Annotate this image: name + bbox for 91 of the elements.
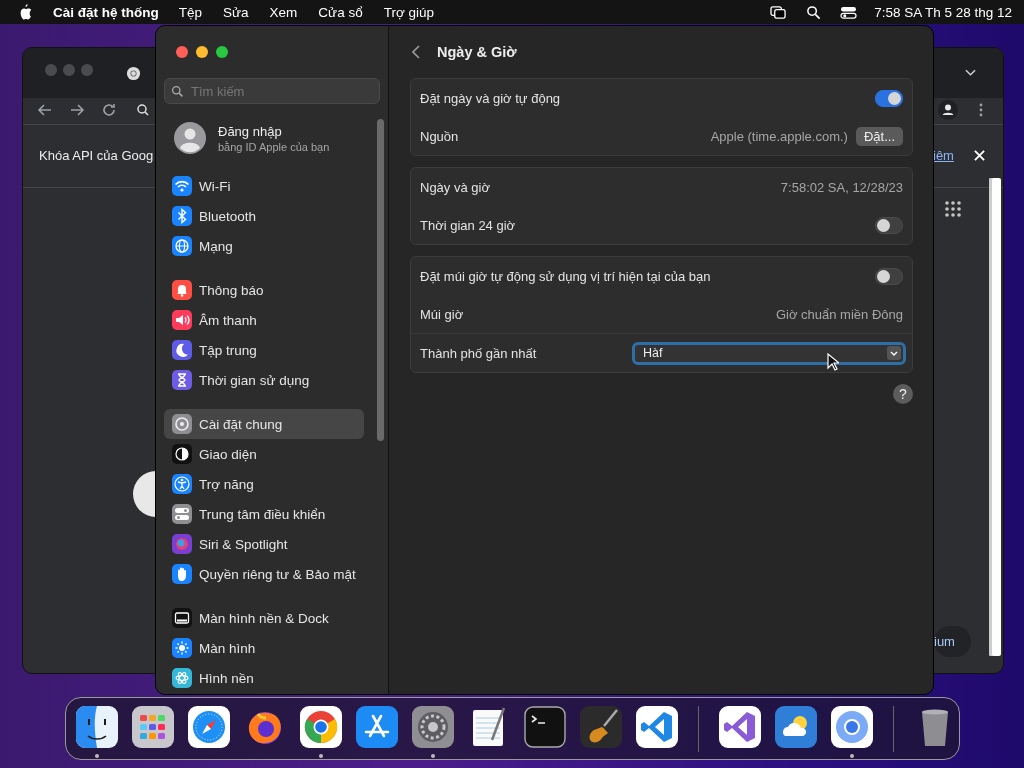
sidebar-item[interactable]: Mạng [164, 231, 364, 261]
row-label: Thời gian 24 giờ [420, 217, 516, 233]
gear-icon [172, 414, 192, 434]
info-text: Khóa API của Goog [39, 148, 154, 163]
forward-arrow-icon[interactable] [69, 102, 85, 118]
profile-icon[interactable] [938, 100, 958, 120]
compass-icon[interactable] [188, 706, 230, 748]
toggle-switch[interactable] [875, 89, 903, 107]
sidebar-item[interactable]: Màn hình nền & Dock [164, 603, 364, 633]
weather-icon[interactable] [775, 706, 817, 748]
search-icon[interactable] [135, 102, 151, 118]
row-value: Giờ chuẩn miền Đông [775, 306, 903, 322]
sidebar-item[interactable]: Bluetooth [164, 201, 364, 231]
row-label: Đặt ngày và giờ tự động [420, 90, 561, 106]
apple-logo-icon[interactable] [18, 4, 32, 20]
reload-icon[interactable] [101, 102, 117, 118]
sidebar-item[interactable]: Wi-Fi [164, 171, 364, 201]
sun-icon [172, 638, 192, 658]
orb-icon [172, 534, 192, 554]
bluetooth-icon [172, 206, 192, 226]
appearance-icon [172, 444, 192, 464]
row-label: Nguồn [420, 128, 459, 144]
menu-item[interactable]: Sửa [223, 4, 249, 20]
row-label: Múi giờ [420, 306, 464, 322]
menu-item[interactable]: Tệp [178, 4, 202, 20]
chevron-down-icon [887, 346, 901, 360]
more-menu-icon[interactable] [979, 103, 983, 117]
speaker-icon [172, 310, 192, 330]
screen-mirroring-icon[interactable] [770, 4, 788, 20]
browser-icon[interactable] [300, 706, 342, 748]
window-controls-icon[interactable] [176, 46, 228, 58]
city-dropdown[interactable]: Hàf [632, 341, 906, 365]
hourglass-icon [172, 370, 192, 390]
control-center-icon[interactable] [840, 4, 858, 20]
row-label: Ngày và giờ [420, 179, 490, 195]
search-field[interactable]: Tìm kiếm [164, 78, 380, 104]
help-button[interactable]: ? [893, 384, 913, 404]
browser-icon[interactable] [831, 706, 873, 748]
flower-icon [172, 668, 192, 688]
wifi-icon [172, 176, 192, 196]
sidebar-item[interactable]: Cài đặt chung [164, 409, 364, 439]
upgrade-button[interactable]: ium [934, 626, 971, 657]
sidebar-item[interactable]: Quyền riêng tư & Bảo mật [164, 559, 364, 589]
page-title: Ngày & Giờ [437, 44, 517, 60]
row-value: 7:58:02 SA, 12/28/23 [780, 179, 903, 195]
menu-item[interactable]: Cửa sổ [318, 4, 363, 20]
toggle-switch[interactable] [875, 267, 903, 285]
menu-item[interactable]: Xem [269, 4, 298, 20]
launchpad-icon[interactable] [132, 706, 174, 748]
back-chevron-icon[interactable] [412, 45, 420, 59]
avatar-icon[interactable] [174, 122, 206, 154]
search-icon[interactable] [805, 4, 823, 20]
account-subtitle: bằng ID Apple của bạn [218, 140, 330, 153]
scrollbar[interactable] [989, 178, 1001, 656]
app-menu[interactable]: Cài đặt hệ thống [53, 4, 159, 20]
account-name[interactable]: Đăng nhập [218, 123, 330, 139]
moon-icon [172, 340, 192, 360]
sidebar-item[interactable]: Giao diện [164, 439, 364, 469]
browser-tab-icon[interactable] [126, 66, 141, 81]
sidebar-item[interactable]: Thông báo [164, 275, 364, 305]
sidebar-item[interactable]: Trợ năng [164, 469, 364, 499]
mouse-pointer-icon [827, 353, 839, 371]
search-icon [171, 85, 184, 98]
sidebar-item[interactable]: Siri & Spotlight [164, 529, 364, 559]
scrollbar[interactable] [377, 119, 384, 441]
terminal-icon[interactable] [524, 706, 566, 748]
clock-text[interactable]: 7:58 SA Th 5 28 thg 12 [874, 4, 1012, 20]
accessibility-icon [172, 474, 192, 494]
switches-icon [172, 504, 192, 524]
chevron-down-icon[interactable] [965, 69, 976, 77]
dock-icon [172, 608, 192, 628]
hand-icon [172, 564, 192, 584]
back-arrow-icon[interactable] [37, 102, 53, 118]
row-value: Apple (time.apple.com.) [710, 128, 848, 144]
sidebar-item[interactable]: Thời gian sử dụng [164, 365, 364, 395]
sidebar-item[interactable]: Âm thanh [164, 305, 364, 335]
link[interactable]: iêm [933, 148, 954, 163]
globe-icon [172, 236, 192, 256]
row-label: Đặt múi giờ tự động sử dụng vị trí hiện tại của bạn [420, 268, 711, 284]
sidebar-item[interactable]: Màn hình [164, 633, 364, 663]
bell-icon [172, 280, 192, 300]
set-button[interactable]: Đặt... [855, 126, 903, 146]
toggle-switch[interactable] [875, 216, 903, 234]
apps-grid-icon[interactable] [945, 201, 961, 217]
sidebar-item[interactable]: Tập trung [164, 335, 364, 365]
row-label: Thành phố gần nhất [420, 345, 537, 361]
close-icon[interactable] [974, 150, 985, 161]
sidebar-item[interactable]: Hình nền [164, 663, 364, 693]
gear-icon[interactable] [412, 706, 454, 748]
sidebar-item[interactable]: Trung tâm điều khiển [164, 499, 364, 529]
menu-item[interactable]: Trợ giúp [383, 4, 435, 20]
